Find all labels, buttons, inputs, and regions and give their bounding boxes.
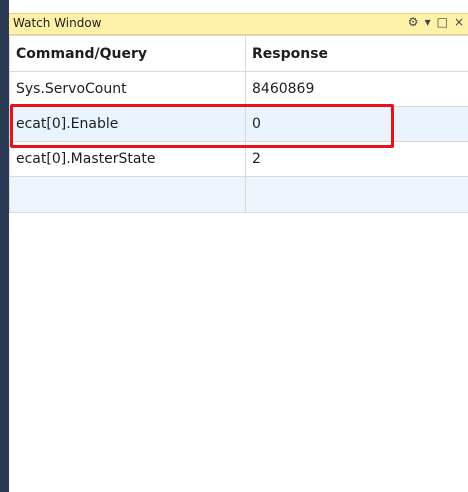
close-icon[interactable]: × — [454, 15, 464, 29]
window-title: Watch Window — [13, 16, 102, 30]
dropdown-icon[interactable]: ▾ — [425, 15, 431, 29]
title-icons: ⚙ ▾ □ × — [408, 15, 464, 29]
column-header-command[interactable]: Command/Query — [9, 35, 246, 72]
settings-icon[interactable]: ⚙ — [408, 15, 419, 29]
response-cell[interactable]: 8460869 — [245, 71, 468, 107]
column-header-response[interactable]: Response — [245, 35, 468, 72]
table-header-row: Command/Query Response — [9, 35, 468, 72]
command-cell[interactable]: ecat[0].MasterState — [9, 141, 246, 177]
response-cell[interactable]: 2 — [245, 141, 468, 177]
command-cell[interactable]: ecat[0].Enable — [9, 106, 246, 142]
response-input-cell[interactable] — [245, 176, 468, 213]
watch-window: Watch Window ⚙ ▾ □ × Command/Query Respo… — [0, 0, 468, 492]
table-row-selected[interactable]: ecat[0].Enable 0 — [9, 106, 468, 142]
window-left-border — [0, 0, 9, 492]
maximize-icon[interactable]: □ — [437, 15, 448, 29]
title-bar[interactable]: Watch Window ⚙ ▾ □ × — [9, 13, 468, 35]
table-row[interactable]: Sys.ServoCount 8460869 — [9, 71, 468, 107]
watch-table: Command/Query Response Sys.ServoCount 84… — [9, 35, 468, 213]
new-entry-row[interactable] — [9, 176, 468, 213]
response-cell[interactable]: 0 — [245, 106, 468, 142]
command-cell[interactable]: Sys.ServoCount — [9, 71, 246, 107]
table-row[interactable]: ecat[0].MasterState 2 — [9, 141, 468, 177]
command-input-cell[interactable] — [9, 176, 246, 213]
